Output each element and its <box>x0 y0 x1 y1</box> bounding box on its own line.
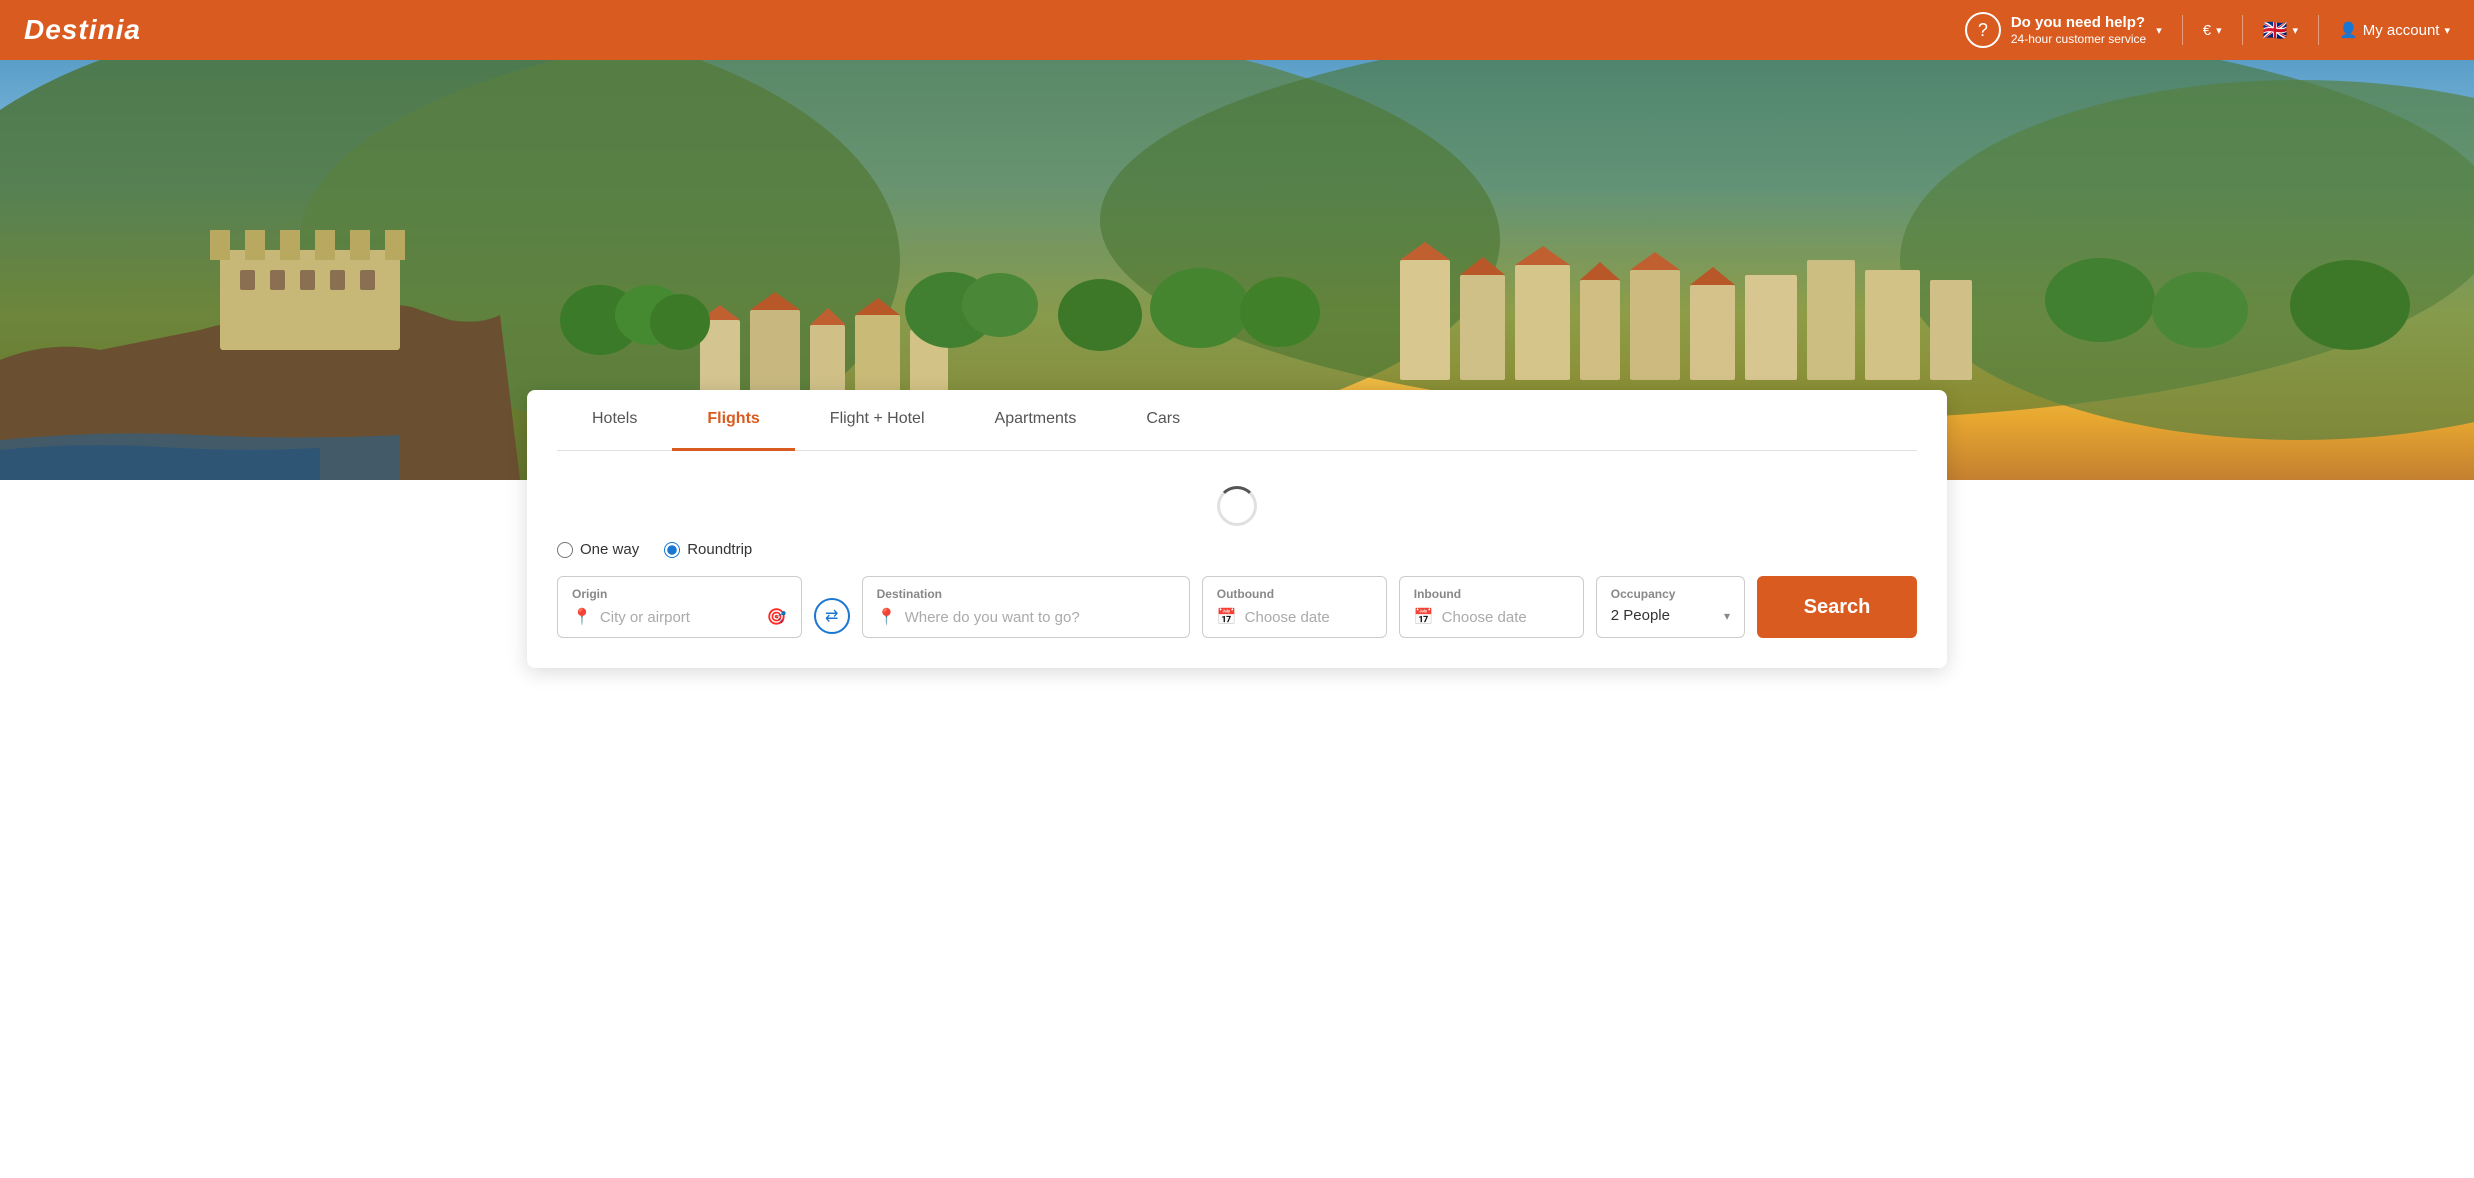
swap-icon: ⇄ <box>825 606 838 626</box>
currency-chevron-icon: ▾ <box>2216 24 2222 37</box>
origin-label: Origin <box>572 587 787 601</box>
destination-input-row: 📍 <box>877 607 1175 627</box>
occupancy-select[interactable]: 1 Person2 People3 People4 People5+ Peopl… <box>1611 607 1716 624</box>
inbound-input-row: 📅 <box>1414 607 1569 627</box>
account-button[interactable]: 👤 My account ▾ <box>2339 21 2450 39</box>
tab-hotels[interactable]: Hotels <box>557 390 672 451</box>
header-divider-1 <box>2182 15 2183 45</box>
help-subtitle: 24-hour customer service <box>2011 32 2146 46</box>
header-right: ? Do you need help? 24-hour customer ser… <box>1965 12 2450 48</box>
account-person-icon: 👤 <box>2339 21 2358 39</box>
language-selector[interactable]: 🇬🇧 ▾ <box>2263 18 2298 43</box>
roundtrip-label: Roundtrip <box>687 541 752 558</box>
one-way-option[interactable]: One way <box>557 541 639 558</box>
tab-flights[interactable]: Flights <box>672 390 794 451</box>
search-button-label: Search <box>1804 596 1871 618</box>
roundtrip-option[interactable]: Roundtrip <box>664 541 752 558</box>
occupancy-chevron-icon: ▾ <box>1724 609 1730 623</box>
search-tabs: Hotels Flights Flight + Hotel Apartments… <box>557 390 1917 451</box>
main-header: Destinia ? Do you need help? 24-hour cus… <box>0 0 2474 60</box>
origin-input-row: 📍 🎯 <box>572 607 787 627</box>
outbound-calendar-icon: 📅 <box>1217 607 1237 627</box>
inbound-field-group[interactable]: Inbound 📅 <box>1399 576 1584 638</box>
help-chevron-icon: ▾ <box>2156 24 2162 37</box>
outbound-input-row: 📅 <box>1217 607 1372 627</box>
one-way-radio[interactable] <box>557 542 573 558</box>
tab-apartments[interactable]: Apartments <box>960 390 1112 451</box>
header-divider-2 <box>2242 15 2243 45</box>
lang-chevron-icon: ▾ <box>2293 24 2299 37</box>
currency-selector[interactable]: € ▾ <box>2203 22 2222 39</box>
outbound-field-group[interactable]: Outbound 📅 <box>1202 576 1387 638</box>
outbound-input[interactable] <box>1245 609 1372 626</box>
loading-spinner <box>1217 486 1257 526</box>
inbound-label: Inbound <box>1414 587 1569 601</box>
one-way-label: One way <box>580 541 639 558</box>
tab-flight-hotel[interactable]: Flight + Hotel <box>795 390 960 451</box>
origin-field-group: Origin 📍 🎯 <box>557 576 802 638</box>
logo[interactable]: Destinia <box>24 14 141 46</box>
help-title: Do you need help? <box>2011 14 2146 32</box>
outbound-label: Outbound <box>1217 587 1372 601</box>
help-button[interactable]: ? Do you need help? 24-hour customer ser… <box>1965 12 2162 48</box>
swap-button[interactable]: ⇄ <box>814 598 850 634</box>
search-container: Hotels Flights Flight + Hotel Apartments… <box>497 390 1977 668</box>
occupancy-input-row: 1 Person2 People3 People4 People5+ Peopl… <box>1611 607 1730 624</box>
origin-location-icon: 📍 <box>572 607 592 627</box>
inbound-calendar-icon: 📅 <box>1414 607 1434 627</box>
help-text: Do you need help? 24-hour customer servi… <box>2011 14 2146 46</box>
occupancy-field-group: Occupancy 1 Person2 People3 People4 Peop… <box>1596 576 1745 638</box>
flag-icon: 🇬🇧 <box>2263 18 2288 43</box>
destination-input[interactable] <box>905 609 1175 626</box>
roundtrip-radio[interactable] <box>664 542 680 558</box>
inbound-input[interactable] <box>1442 609 1569 626</box>
destination-label: Destination <box>877 587 1175 601</box>
tab-cars[interactable]: Cars <box>1111 390 1215 451</box>
loading-area <box>557 471 1917 541</box>
origin-input[interactable] <box>600 609 759 626</box>
destination-field-group: Destination 📍 <box>862 576 1190 638</box>
account-label: My account <box>2363 22 2440 39</box>
occupancy-label: Occupancy <box>1611 587 1730 601</box>
search-box: Hotels Flights Flight + Hotel Apartments… <box>527 390 1947 668</box>
currency-symbol: € <box>2203 22 2211 39</box>
header-divider-3 <box>2318 15 2319 45</box>
search-button[interactable]: Search <box>1757 576 1917 638</box>
origin-target-icon[interactable]: 🎯 <box>767 607 787 627</box>
search-fields-row: Origin 📍 🎯 ⇄ Destination 📍 <box>557 576 1917 638</box>
help-icon: ? <box>1965 12 2001 48</box>
account-chevron-icon: ▾ <box>2444 24 2450 37</box>
destination-location-icon: 📍 <box>877 607 897 627</box>
trip-type-selector: One way Roundtrip <box>557 541 1917 558</box>
